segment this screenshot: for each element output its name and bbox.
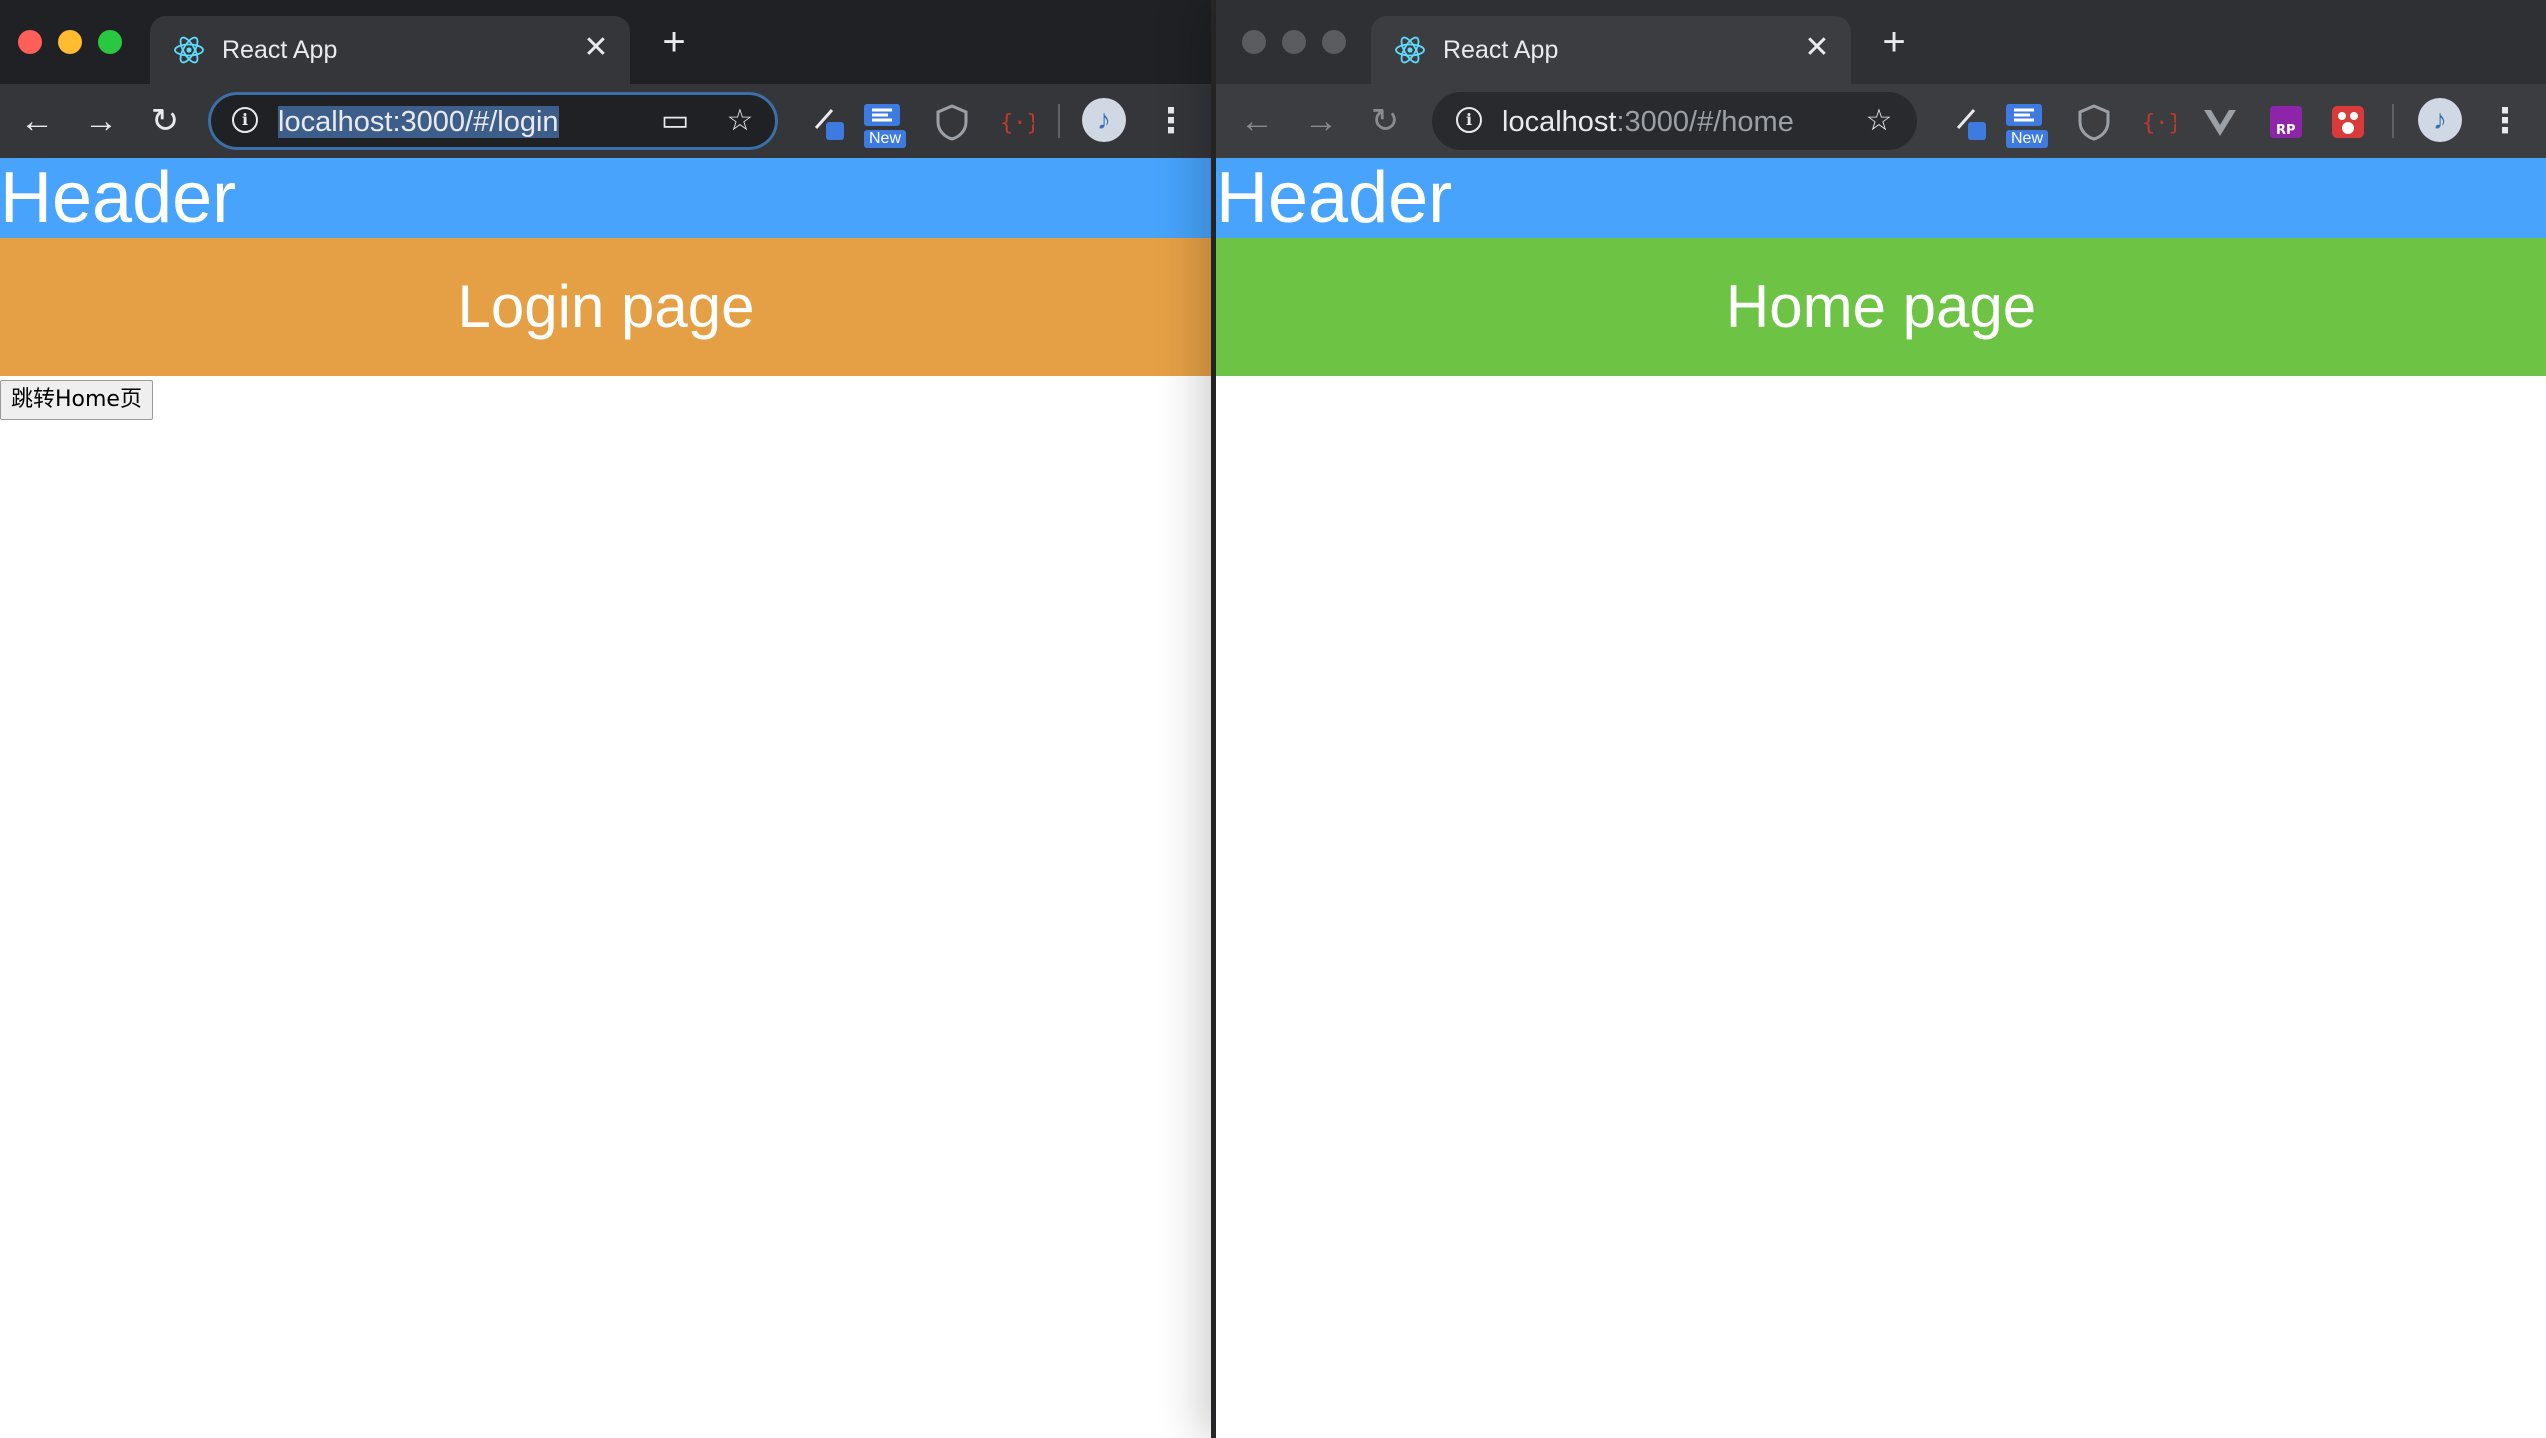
tab-title: React App [222, 36, 338, 64]
forward-arrow-icon[interactable]: → [78, 98, 124, 144]
vue-devtools-icon[interactable] [2200, 102, 2240, 142]
login-banner: Login page [0, 238, 1212, 376]
tab-react-app[interactable]: React App ✕ [150, 16, 630, 84]
header-title: Header [1216, 158, 1453, 238]
browser-toolbar: ← → ↻ i localhost:3000/#/home ☆ New {·} … [1216, 84, 2546, 158]
shield-extension-icon[interactable] [932, 102, 972, 142]
cast-device-icon[interactable]: ▭ [658, 104, 692, 138]
minimize-window-button[interactable] [1282, 30, 1306, 54]
page-content: Header Home page [1216, 158, 2546, 1438]
home-banner: Home page [1216, 238, 2546, 376]
tab-react-app[interactable]: React App ✕ [1371, 16, 1851, 84]
maximize-window-button[interactable] [1322, 30, 1346, 54]
shield-extension-icon[interactable] [2074, 102, 2114, 142]
bookmark-star-icon[interactable]: ☆ [723, 104, 757, 138]
toolbar-separator [2392, 104, 2394, 138]
close-tab-icon[interactable]: ✕ [1799, 30, 1835, 66]
maximize-window-button[interactable] [98, 30, 122, 54]
browser-window-login: React App ✕ + ← → ↻ i localhost:3000/#/l… [0, 0, 1212, 1438]
tab-strip: React App ✕ + [1216, 0, 2546, 84]
devtools-extension-icon[interactable]: {·} [994, 102, 1034, 142]
forward-arrow-icon[interactable]: → [1298, 98, 1344, 144]
browser-menu-icon[interactable]: ⋮ [1154, 98, 1188, 144]
login-page-title: Login page [457, 273, 755, 340]
devtools-extension-icon[interactable]: {·} [2136, 102, 2176, 142]
react-logo-icon [1395, 36, 1425, 64]
profile-avatar[interactable]: ♪ [1082, 98, 1126, 142]
browser-toolbar: ← → ↻ i localhost:3000/#/login ▭ ☆ New {… [0, 84, 1212, 158]
url-host: localhost [1502, 106, 1617, 138]
back-arrow-icon[interactable]: ← [14, 98, 60, 144]
new-extension-icon[interactable]: New [862, 102, 907, 148]
site-info-icon[interactable]: i [232, 107, 258, 133]
minimize-window-button[interactable] [58, 30, 82, 54]
go-home-button[interactable]: 跳转Home页 [0, 380, 153, 420]
svg-text:{·}: {·} [1000, 111, 1034, 136]
new-extension-icon[interactable]: New [2004, 102, 2049, 148]
svg-text:{·}: {·} [2142, 111, 2176, 136]
reload-icon[interactable]: ↻ [1362, 98, 1408, 144]
react-logo-icon [174, 36, 204, 64]
new-tab-button[interactable]: + [1874, 22, 1914, 62]
tab-title: React App [1443, 36, 1559, 64]
svg-text:RP: RP [2276, 123, 2296, 138]
app-header: Header [0, 158, 1212, 238]
reload-icon[interactable]: ↻ [142, 98, 188, 144]
home-page-title: Home page [1725, 273, 2037, 340]
color-picker-extension-icon[interactable] [810, 102, 850, 142]
bookmark-star-icon[interactable]: ☆ [1862, 104, 1896, 138]
url-path: :3000/#/home [1616, 106, 1794, 138]
back-arrow-icon[interactable]: ← [1234, 98, 1280, 144]
address-bar[interactable]: i localhost:3000/#/login ▭ ☆ [208, 92, 778, 150]
color-picker-extension-icon[interactable] [1952, 102, 1992, 142]
toolbar-separator [1058, 104, 1060, 138]
new-tab-button[interactable]: + [654, 22, 694, 62]
close-window-button[interactable] [1242, 30, 1266, 54]
address-bar-url[interactable]: localhost:3000/#/home [1502, 106, 1794, 138]
app-header: Header [1216, 158, 2546, 238]
paw-extension-icon[interactable] [2328, 102, 2368, 142]
rp-extension-icon[interactable]: RP [2266, 102, 2306, 142]
new-badge: New [2006, 130, 2049, 148]
profile-avatar[interactable]: ♪ [2418, 98, 2462, 142]
header-title: Header [0, 158, 237, 238]
close-tab-icon[interactable]: ✕ [578, 30, 614, 66]
browser-menu-icon[interactable]: ⋮ [2488, 98, 2522, 144]
browser-window-home: React App ✕ + ← → ↻ i localhost:3000/#/h… [1216, 0, 2546, 1438]
site-info-icon[interactable]: i [1456, 107, 1482, 133]
address-bar-url[interactable]: localhost:3000/#/login [278, 106, 559, 138]
tab-strip: React App ✕ + [0, 0, 1212, 84]
close-window-button[interactable] [18, 30, 42, 54]
new-badge: New [864, 130, 907, 148]
page-content: Header Login page 跳转Home页 [0, 158, 1212, 1438]
address-bar[interactable]: i localhost:3000/#/home ☆ [1432, 92, 1917, 150]
